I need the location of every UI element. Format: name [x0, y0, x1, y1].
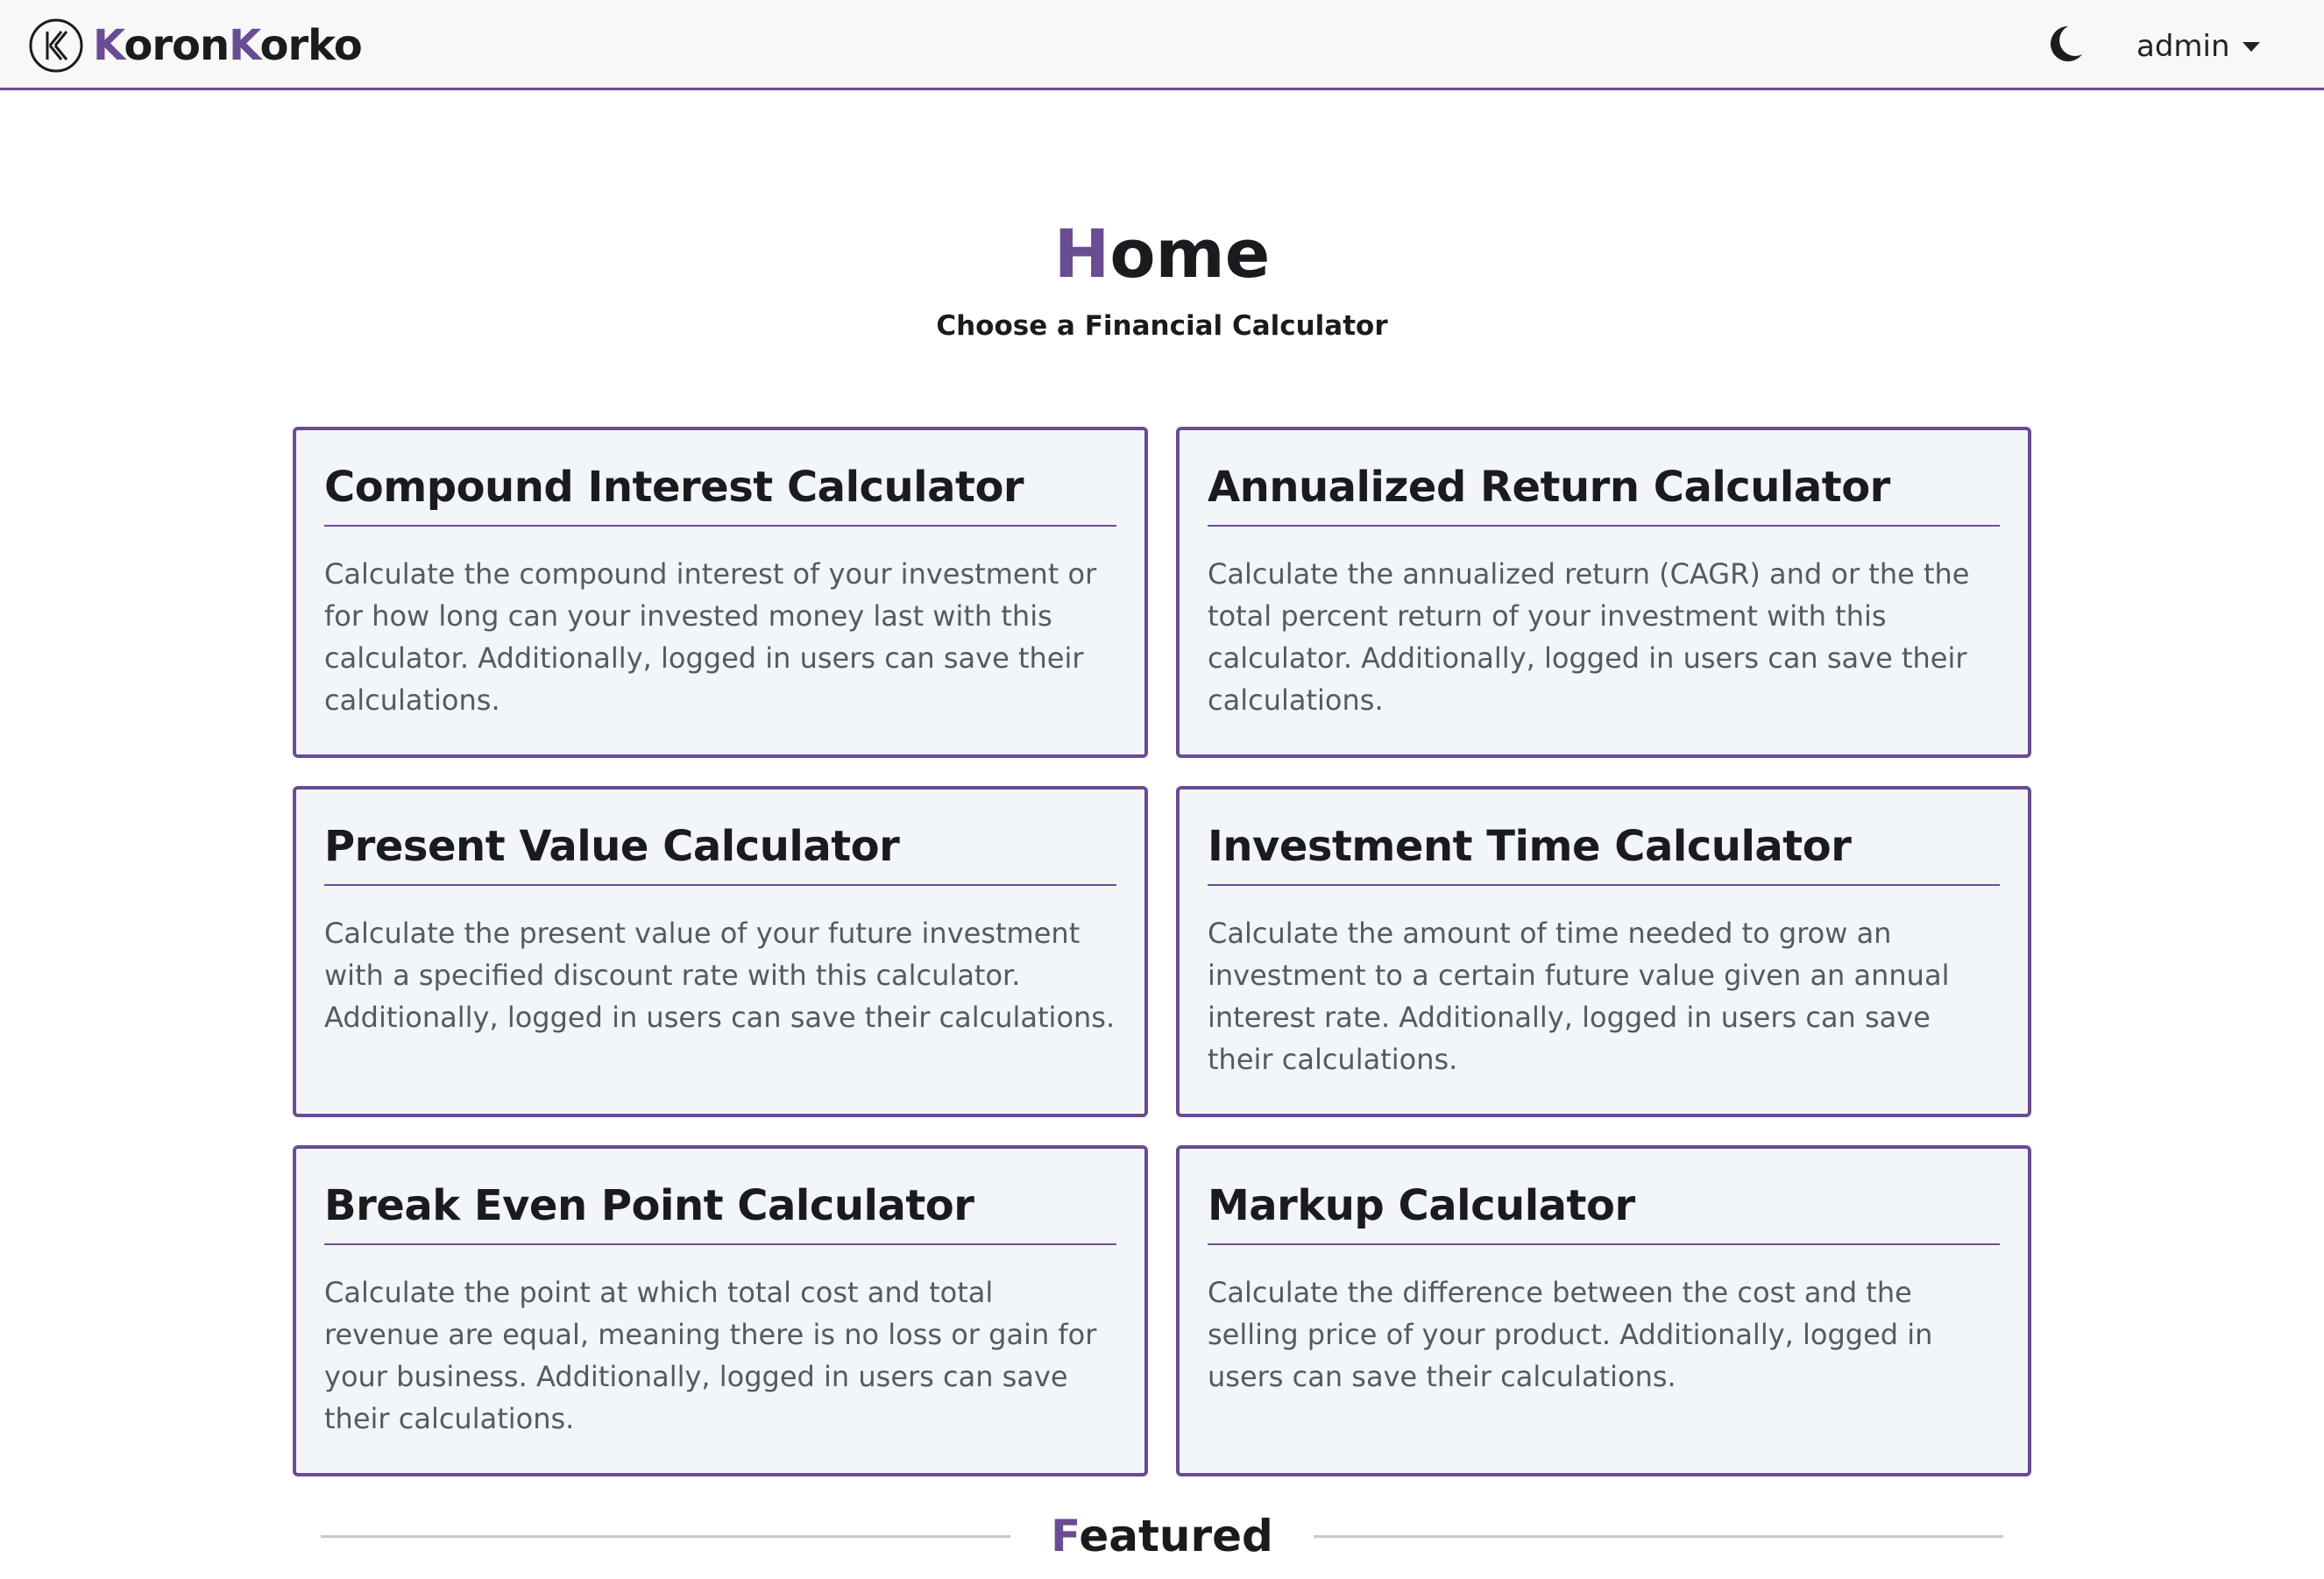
card-title: Investment Time Calculator: [1208, 819, 2000, 886]
calculator-card-present-value[interactable]: Present Value Calculator Calculate the p…: [293, 786, 1148, 1117]
user-menu-dropdown[interactable]: admin: [2136, 23, 2260, 70]
moon-icon: [2051, 26, 2082, 61]
page-subtitle: Choose a Financial Calculator: [936, 310, 1388, 342]
navbar: KoronKorko admin: [0, 0, 2324, 90]
calculator-card-investment-time[interactable]: Investment Time Calculator Calculate the…: [1176, 786, 2031, 1117]
card-title: Compound Interest Calculator: [324, 460, 1116, 527]
brand-logo-link[interactable]: KoronKorko: [28, 18, 363, 74]
card-title: Present Value Calculator: [324, 819, 1116, 886]
page-title: Home: [0, 210, 2324, 298]
calculator-card-break-even-point[interactable]: Break Even Point Calculator Calculate th…: [293, 1145, 1148, 1476]
brand-part-2: orko: [259, 21, 363, 70]
brand-name: KoronKorko: [93, 18, 363, 74]
brand-part-1: oron: [124, 21, 230, 70]
calculator-card-markup[interactable]: Markup Calculator Calculate the differen…: [1176, 1145, 2031, 1476]
card-description: Calculate the present value of your futu…: [324, 917, 1116, 1034]
card-title: Annualized Return Calculator: [1208, 460, 2000, 527]
calculator-card-annualized-return[interactable]: Annualized Return Calculator Calculate t…: [1176, 427, 2031, 758]
caret-down-icon: [2242, 41, 2260, 52]
card-description: Calculate the amount of time needed to g…: [1208, 917, 1950, 1076]
card-description: Calculate the annualized return (CAGR) a…: [1208, 557, 1970, 717]
brand-initial-2: K: [229, 21, 260, 70]
card-description: Calculate the difference between the cos…: [1208, 1276, 1933, 1393]
koronkorko-logo-icon: [29, 18, 83, 73]
card-title: Markup Calculator: [1208, 1179, 2000, 1245]
page-header: Home Choose a Financial Calculator: [0, 210, 2324, 345]
user-menu-label: admin: [2136, 29, 2230, 64]
card-description: Calculate the point at which total cost …: [324, 1276, 1097, 1435]
page-title-rest: ome: [1109, 215, 1271, 293]
calculator-grid: Compound Interest Calculator Calculate t…: [293, 427, 2033, 1476]
featured-title: Featured: [1051, 1509, 1273, 1563]
featured-title-initial: F: [1051, 1511, 1080, 1561]
page-title-initial: H: [1053, 215, 1110, 293]
card-description: Calculate the compound interest of your …: [324, 557, 1097, 717]
calculator-card-compound-interest[interactable]: Compound Interest Calculator Calculate t…: [293, 427, 1148, 758]
featured-divider-left: [321, 1534, 1011, 1538]
brand-initial-1: K: [93, 21, 124, 70]
theme-toggle-button[interactable]: [2049, 25, 2084, 63]
card-title: Break Even Point Calculator: [324, 1179, 1116, 1245]
featured-title-rest: eatured: [1079, 1511, 1273, 1561]
featured-section-header: Featured: [321, 1509, 2003, 1563]
featured-divider-right: [1313, 1534, 2003, 1538]
